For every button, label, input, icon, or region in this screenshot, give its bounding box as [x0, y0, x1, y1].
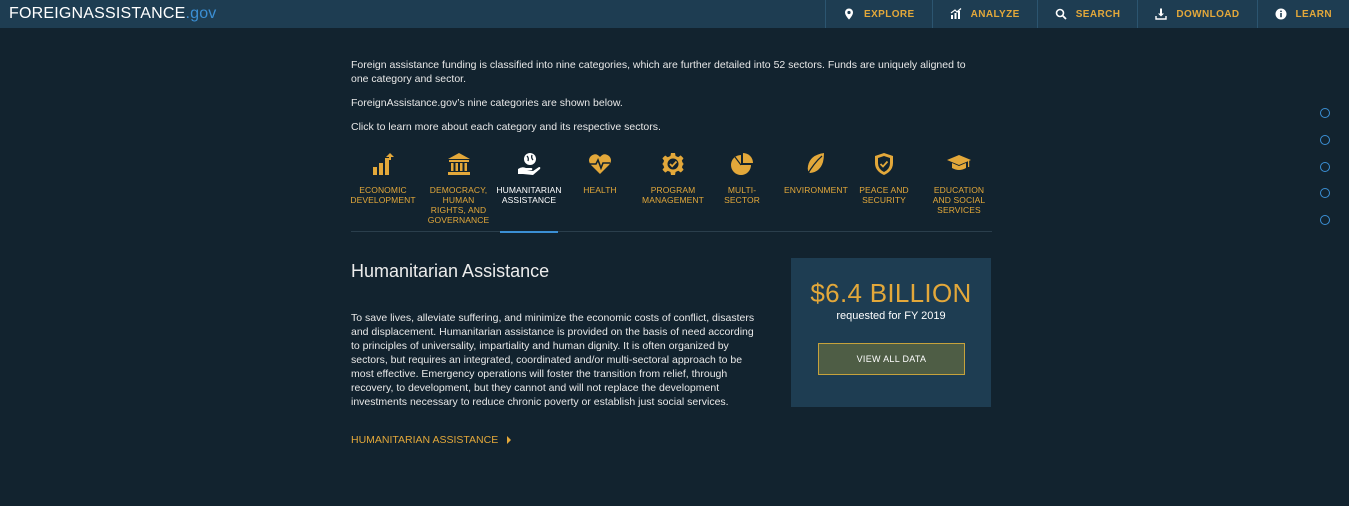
view-all-data-button[interactable]: VIEW ALL DATA	[818, 343, 965, 375]
tab-environment[interactable]: ENVIRONMENT	[782, 150, 850, 232]
download-icon	[1154, 7, 1168, 21]
tab-label: PROGRAM MANAGEMENT	[642, 185, 704, 205]
intro-paragraph-2: ForeignAssistance.gov’s nine categories …	[351, 97, 623, 109]
nav-explore-label: EXPLORE	[864, 9, 915, 20]
caret-right-icon	[507, 436, 512, 444]
nav-search[interactable]: SEARCH	[1036, 0, 1138, 28]
leaf-icon	[803, 150, 829, 178]
nav-download[interactable]: DOWNLOAD	[1137, 0, 1256, 28]
nav-analyze-label: ANALYZE	[970, 9, 1020, 20]
chart-icon	[949, 7, 963, 21]
funding-summary-card: $6.4 BILLION requested for FY 2019 VIEW …	[791, 258, 991, 407]
nav-search-label: SEARCH	[1075, 9, 1121, 20]
top-navigation-bar: FOREIGNASSISTANCE.gov EXPLORE ANALYZE SE…	[0, 0, 1349, 28]
hand-globe-icon	[516, 150, 542, 178]
section-dot-5[interactable]	[1320, 215, 1330, 225]
graduation-cap-icon	[946, 150, 972, 178]
search-icon	[1054, 7, 1068, 21]
category-tabs: ECONOMIC DEVELOPMENT DEMOCRACY, HUMAN RI…	[350, 150, 992, 233]
map-pin-icon	[842, 7, 856, 21]
intro-section: Foreign assistance funding is classified…	[351, 58, 991, 144]
logo-main-text: FOREIGNASSISTANCE	[9, 5, 186, 22]
tab-peace-and-security[interactable]: PEACE AND SECURITY	[859, 150, 909, 232]
funding-subtitle: requested for FY 2019	[836, 310, 946, 322]
site-logo[interactable]: FOREIGNASSISTANCE.gov	[9, 5, 217, 23]
category-detail-link[interactable]: HUMANITARIAN ASSISTANCE	[351, 434, 512, 446]
tab-label: DEMOCRACY, HUMAN RIGHTS, AND GOVERNANCE	[427, 185, 490, 225]
tab-label: PEACE AND SECURITY	[859, 185, 909, 205]
tab-multi-sector[interactable]: MULTI-SECTOR	[723, 150, 761, 232]
nav-explore[interactable]: EXPLORE	[825, 0, 932, 28]
tab-label: HEALTH	[583, 185, 617, 195]
nav-analyze[interactable]: ANALYZE	[931, 0, 1037, 28]
pie-chart-icon	[729, 150, 755, 178]
shield-check-icon	[871, 150, 897, 178]
category-title: Humanitarian Assistance	[351, 261, 550, 281]
section-dot-2[interactable]	[1320, 135, 1330, 145]
tab-label: MULTI-SECTOR	[724, 185, 760, 205]
section-dot-1[interactable]	[1320, 108, 1330, 118]
heart-pulse-icon	[587, 150, 613, 178]
tab-humanitarian-assistance[interactable]: HUMANITARIAN ASSISTANCE	[496, 150, 562, 233]
tab-label: ENVIRONMENT	[784, 185, 848, 195]
gear-check-icon	[660, 150, 686, 178]
tab-program-management[interactable]: PROGRAM MANAGEMENT	[640, 150, 706, 232]
category-detail-link-label: HUMANITARIAN ASSISTANCE	[351, 434, 499, 446]
tab-economic-development[interactable]: ECONOMIC DEVELOPMENT	[350, 150, 416, 232]
nav-learn-label: LEARN	[1295, 9, 1332, 20]
capitol-building-icon	[446, 150, 472, 178]
tab-label: HUMANITARIAN ASSISTANCE	[496, 185, 562, 205]
tab-democracy-human-rights[interactable]: DEMOCRACY, HUMAN RIGHTS, AND GOVERNANCE	[426, 150, 491, 232]
nav-download-label: DOWNLOAD	[1176, 9, 1240, 20]
tab-education-social-services[interactable]: EDUCATION AND SOCIAL SERVICES	[931, 150, 987, 232]
tab-label: ECONOMIC DEVELOPMENT	[350, 185, 416, 205]
nav-learn[interactable]: LEARN	[1256, 0, 1349, 28]
section-dot-4[interactable]	[1320, 188, 1330, 198]
logo-tld-text: .gov	[185, 5, 217, 22]
intro-paragraph-3: Click to learn more about each category …	[351, 121, 661, 133]
tab-health[interactable]: HEALTH	[581, 150, 619, 232]
info-icon	[1274, 7, 1288, 21]
section-dot-3[interactable]	[1320, 162, 1330, 172]
category-description: To save lives, alleviate suffering, and …	[351, 312, 755, 408]
tab-label: EDUCATION AND SOCIAL SERVICES	[932, 185, 986, 215]
main-nav: EXPLORE ANALYZE SEARCH DOWNLOAD LEARN	[825, 0, 1349, 28]
growth-chart-icon	[370, 150, 396, 178]
intro-paragraph-1: Foreign assistance funding is classified…	[351, 59, 966, 85]
funding-amount: $6.4 BILLION	[810, 278, 972, 308]
